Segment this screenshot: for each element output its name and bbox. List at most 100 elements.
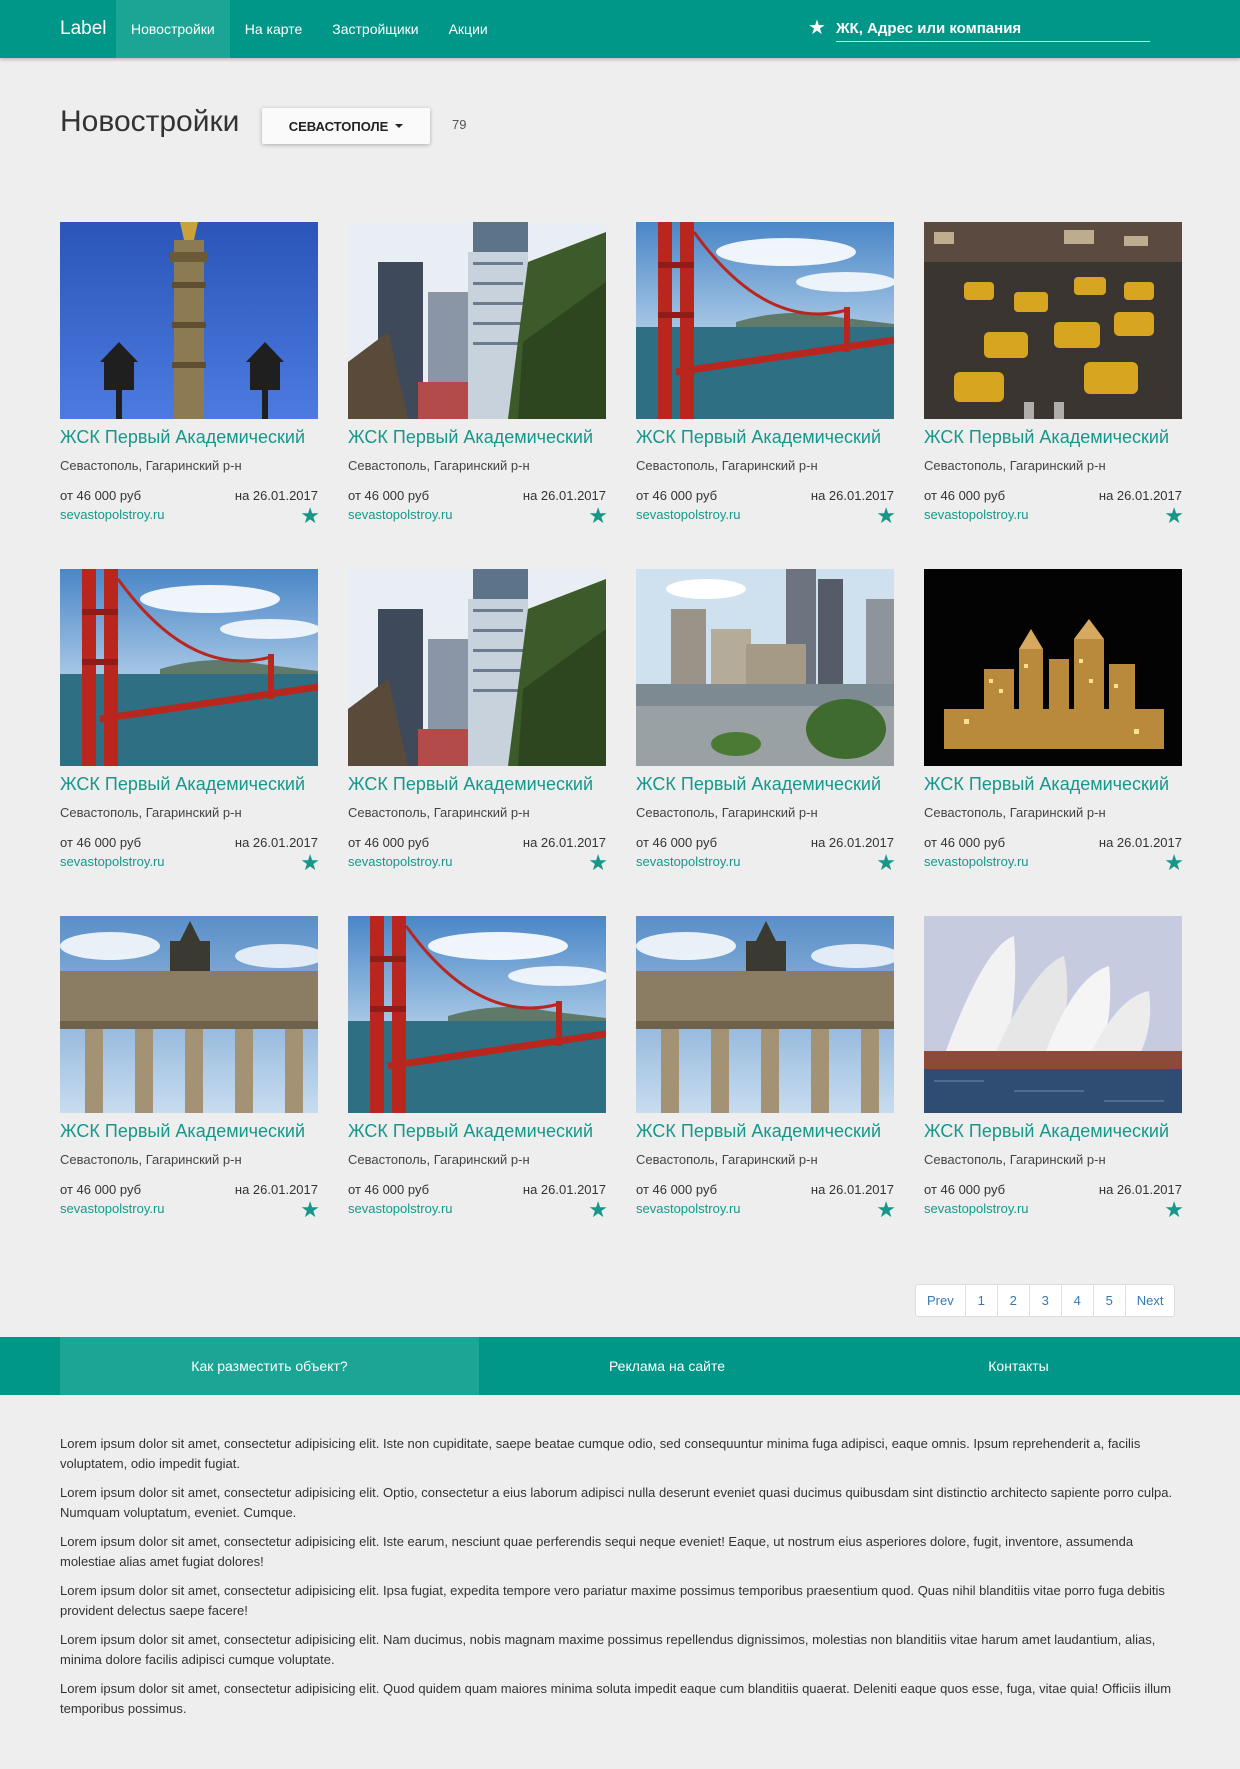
listing-card: ЖСК Первый Академический Севастополь, Га… [924,569,1184,916]
listing-site-link[interactable]: sevastopolstroy.ru [924,854,1182,869]
listing-title[interactable]: ЖСК Первый Академический [60,427,318,448]
listing-title[interactable]: ЖСК Первый Академический [348,1121,606,1142]
pagination-prev[interactable]: Prev [916,1285,965,1316]
listing-title[interactable]: ЖСК Первый Академический [348,774,606,795]
listing-date: на 26.01.2017 [810,1182,894,1197]
seo-text: Lorem ipsum dolor sit amet, consectetur … [60,1434,1182,1728]
pagination-page[interactable]: 5 [1092,1285,1125,1316]
listing-site-link[interactable]: sevastopolstroy.ru [348,854,606,869]
favorite-star-icon[interactable]: ★ [876,852,896,874]
listing-site-link[interactable]: sevastopolstroy.ru [636,507,894,522]
listing-site-link[interactable]: sevastopolstroy.ru [348,1201,606,1216]
listing-photo[interactable] [60,916,318,1113]
favorite-star-icon[interactable]: ★ [300,852,320,874]
nav-item-map[interactable]: На карте [230,0,318,58]
listing-title[interactable]: ЖСК Первый Академический [60,774,318,795]
listing-card: ЖСК Первый Академический Севастополь, Га… [348,569,608,916]
listing-title[interactable]: ЖСК Первый Академический [924,774,1182,795]
favorite-star-icon[interactable]: ★ [876,1199,896,1221]
listing-photo[interactable] [60,569,318,766]
star-icon[interactable]: ★ [808,16,826,40]
listing-price: от 46 000 руб [924,835,1006,850]
favorite-star-icon[interactable]: ★ [588,1199,608,1221]
listing-photo[interactable] [924,916,1182,1113]
listing-price: от 46 000 руб [924,1182,1006,1197]
listing-site-link[interactable]: sevastopolstroy.ru [924,1201,1182,1216]
listing-title[interactable]: ЖСК Первый Академический [636,427,894,448]
search-box: ★ [808,16,1150,42]
listing-title[interactable]: ЖСК Первый Академический [60,1121,318,1142]
footer-link-how-to-place[interactable]: Как разместить объект? [60,1337,479,1395]
listing-site-link[interactable]: sevastopolstroy.ru [60,854,318,869]
text-paragraph: Lorem ipsum dolor sit amet, consectetur … [60,1583,1165,1618]
favorite-star-icon[interactable]: ★ [300,505,320,527]
text-paragraph: Lorem ipsum dolor sit amet, consectetur … [60,1436,1141,1471]
pagination-page[interactable]: 2 [996,1285,1029,1316]
text-paragraph: Lorem ipsum dolor sit amet, consectetur … [60,1485,1173,1520]
listing-title[interactable]: ЖСК Первый Академический [348,427,606,448]
listing-photo[interactable] [348,916,606,1113]
listing-date: на 26.01.2017 [1098,488,1182,503]
listing-meta: от 46 000 руб на 26.01.2017 [348,488,606,503]
nav-item-novostroyki[interactable]: Новостройки [116,0,230,58]
favorite-star-icon[interactable]: ★ [588,852,608,874]
listing-address: Севастополь, Гагаринский р-н [636,1152,818,1167]
brand-label[interactable]: Label [60,18,107,40]
listing-meta: от 46 000 руб на 26.01.2017 [60,835,318,850]
top-navbar: Label Новостройки На карте Застройщики А… [0,0,1240,58]
listing-site-link[interactable]: sevastopolstroy.ru [636,1201,894,1216]
listing-site-link[interactable]: sevastopolstroy.ru [60,507,318,522]
listing-photo[interactable] [60,222,318,419]
listing-meta: от 46 000 руб на 26.01.2017 [924,1182,1182,1197]
listing-date: на 26.01.2017 [810,835,894,850]
listing-price: от 46 000 руб [348,488,430,503]
listing-photo[interactable] [636,569,894,766]
pagination-page[interactable]: 4 [1060,1285,1093,1316]
listing-price: от 46 000 руб [636,1182,718,1197]
listing-price: от 46 000 руб [924,488,1006,503]
favorite-star-icon[interactable]: ★ [1164,1199,1184,1221]
listing-meta: от 46 000 руб на 26.01.2017 [636,488,894,503]
listing-card: ЖСК Первый Академический Севастополь, Га… [924,222,1184,569]
listing-date: на 26.01.2017 [810,488,894,503]
listing-price: от 46 000 руб [348,1182,430,1197]
caret-down-icon [395,124,404,128]
footer-nav: Как разместить объект? Реклама на сайте … [0,1337,1240,1395]
listing-photo[interactable] [924,222,1182,419]
footer-link-contacts[interactable]: Контакты [855,1337,1182,1395]
listing-site-link[interactable]: sevastopolstroy.ru [924,507,1182,522]
listing-date: на 26.01.2017 [234,835,318,850]
listing-title[interactable]: ЖСК Первый Академический [636,774,894,795]
listing-title[interactable]: ЖСК Первый Академический [636,1121,894,1142]
listing-meta: от 46 000 руб на 26.01.2017 [60,488,318,503]
favorite-star-icon[interactable]: ★ [1164,852,1184,874]
listing-meta: от 46 000 руб на 26.01.2017 [636,1182,894,1197]
listing-site-link[interactable]: sevastopolstroy.ru [348,507,606,522]
footer-link-advertising[interactable]: Реклама на сайте [479,1337,855,1395]
nav-item-developers[interactable]: Застройщики [317,0,433,58]
listing-meta: от 46 000 руб на 26.01.2017 [636,835,894,850]
listing-card: ЖСК Первый Академический Севастополь, Га… [924,916,1184,1263]
listing-photo[interactable] [348,569,606,766]
listing-card: ЖСК Первый Академический Севастополь, Га… [60,569,320,916]
pagination-next[interactable]: Next [1124,1285,1175,1316]
favorite-star-icon[interactable]: ★ [300,1199,320,1221]
listing-photo[interactable] [636,222,894,419]
listing-address: Севастополь, Гагаринский р-н [924,805,1106,820]
listing-photo[interactable] [636,916,894,1113]
listing-price: от 46 000 руб [60,835,142,850]
search-input[interactable] [836,16,1150,42]
nav-item-promotions[interactable]: Акции [434,0,503,58]
listing-photo[interactable] [348,222,606,419]
listing-photo[interactable] [924,569,1182,766]
favorite-star-icon[interactable]: ★ [1164,505,1184,527]
city-dropdown-button[interactable]: СЕВАСТОПОЛЕ [262,108,430,144]
favorite-star-icon[interactable]: ★ [588,505,608,527]
listing-site-link[interactable]: sevastopolstroy.ru [636,854,894,869]
pagination-page[interactable]: 3 [1028,1285,1061,1316]
listing-title[interactable]: ЖСК Первый Академический [924,1121,1182,1142]
listing-title[interactable]: ЖСК Первый Академический [924,427,1182,448]
pagination-page[interactable]: 1 [964,1285,997,1316]
listing-site-link[interactable]: sevastopolstroy.ru [60,1201,318,1216]
favorite-star-icon[interactable]: ★ [876,505,896,527]
